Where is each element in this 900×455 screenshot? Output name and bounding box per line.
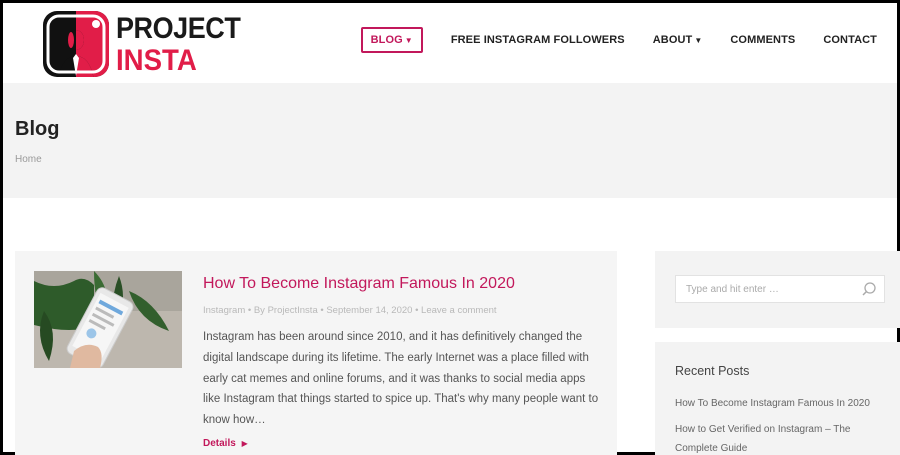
logo-text-project: PROJECT: [116, 12, 241, 45]
nav-label-comments: COMMENTS: [730, 34, 796, 46]
main-nav: BLOG ▼ FREE INSTAGRAM FOLLOWERS ABOUT ▼ …: [360, 27, 877, 53]
sidebar-search-widget: [655, 251, 900, 328]
nav-label-contact: CONTACT: [823, 34, 877, 46]
post-title-link[interactable]: How To Become Instagram Famous In 2020: [203, 275, 515, 293]
nav-item-free-instagram-followers[interactable]: FREE INSTAGRAM FOLLOWERS: [451, 27, 625, 53]
nav-item-about[interactable]: ABOUT ▼: [653, 27, 703, 53]
nav-label-free-followers: FREE INSTAGRAM FOLLOWERS: [450, 34, 625, 46]
recent-post-link[interactable]: How To Become Instagram Famous In 2020: [675, 394, 890, 413]
phone-photo-image: [34, 271, 182, 368]
nav-item-contact[interactable]: CONTACT: [823, 27, 877, 53]
search-icon[interactable]: [861, 281, 877, 297]
details-label: Details: [203, 438, 236, 449]
chevron-down-icon: ▼: [694, 35, 703, 45]
logo-text-insta: INSTA: [116, 44, 197, 77]
nav-item-comments[interactable]: COMMENTS: [730, 27, 795, 53]
post-meta: Instagram • By ProjectInsta • September …: [203, 305, 497, 316]
nav-item-blog[interactable]: BLOG ▼: [360, 27, 423, 53]
post-thumbnail[interactable]: [34, 271, 182, 368]
recent-posts-heading: Recent Posts: [675, 364, 750, 378]
breadcrumb-home[interactable]: Home: [15, 154, 42, 165]
post-excerpt: Instagram has been around since 2010, an…: [203, 331, 599, 427]
search-input[interactable]: [675, 275, 885, 303]
details-link[interactable]: Details ▶: [203, 438, 248, 449]
recent-post-link[interactable]: How to Get Verified on Instagram – The C…: [675, 420, 890, 455]
nav-label-about: ABOUT: [652, 34, 693, 46]
sidebar-recent-posts: Recent Posts How To Become Instagram Fam…: [655, 342, 900, 455]
chevron-down-icon: ▼: [404, 35, 413, 45]
site-logo[interactable]: PROJECT INSTA: [40, 8, 241, 80]
blog-post-card: How To Become Instagram Famous In 2020 I…: [15, 251, 617, 455]
page-title: Blog: [15, 118, 60, 140]
caret-right-icon: ▶: [241, 439, 248, 448]
site-header: PROJECT INSTA BLOG ▼ FREE INSTAGRAM FOLL…: [3, 3, 897, 83]
page-title-bar: Blog Home: [3, 83, 897, 198]
nav-label-blog: BLOG: [370, 34, 403, 46]
logo-mark-icon: [43, 11, 109, 77]
